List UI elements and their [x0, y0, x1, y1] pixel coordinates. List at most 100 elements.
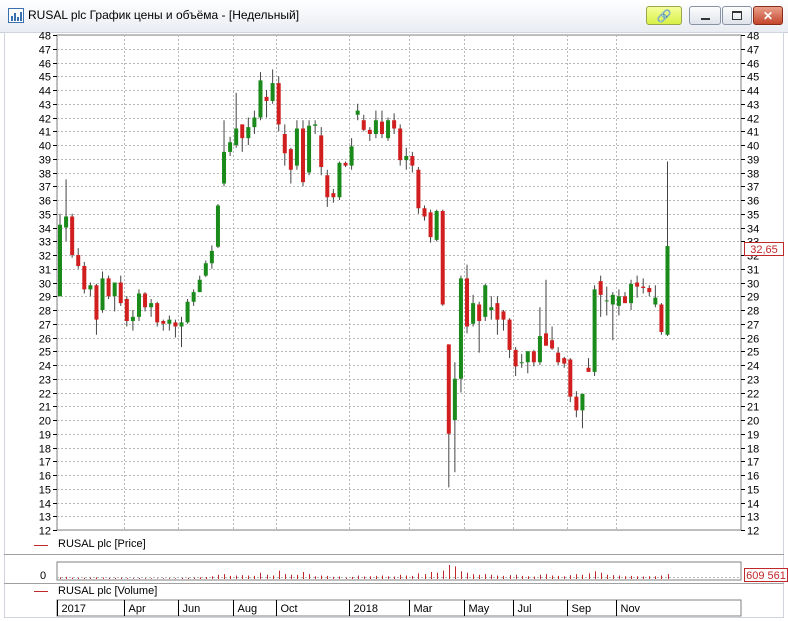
candle-body: [313, 124, 318, 126]
last-volume-marker: 609 561: [744, 568, 788, 582]
y-tick-label-right: 25: [747, 347, 759, 359]
y-tick-label-left: 33: [39, 237, 51, 249]
candle-body: [209, 250, 214, 264]
candle-body: [234, 128, 239, 145]
candle-body: [574, 396, 579, 411]
time-axis-label: Apr: [129, 603, 146, 615]
time-axis-label: Nov: [621, 603, 641, 615]
y-tick-label-left: 34: [39, 224, 51, 236]
candle-body: [392, 120, 397, 129]
time-axis-label: 2018: [354, 603, 378, 615]
y-tick-label-right: 39: [747, 155, 759, 167]
y-tick-label-right: 30: [747, 279, 759, 291]
candle-body: [531, 351, 536, 363]
candle-body: [562, 358, 567, 364]
y-tick-label-right: 34: [747, 224, 759, 236]
y-tick-label-left: 28: [39, 306, 51, 318]
y-tick-label-left: 45: [39, 72, 51, 84]
candle-body: [349, 146, 354, 166]
time-axis-label: Jun: [183, 603, 201, 615]
y-tick-label-right: 37: [747, 182, 759, 194]
y-tick-label-left: 15: [39, 485, 51, 497]
candle-body: [155, 303, 160, 323]
y-tick-label-right: 22: [747, 389, 759, 401]
candle-body: [112, 282, 117, 297]
candle-body: [331, 193, 336, 198]
candle-body: [343, 162, 348, 166]
y-tick-label-left: 20: [39, 416, 51, 428]
y-tick-label-left: 38: [39, 169, 51, 181]
candle-body: [489, 307, 494, 310]
candle-body: [446, 344, 451, 434]
candle-body: [386, 120, 391, 139]
y-tick-label-right: 27: [747, 320, 759, 332]
candle-body: [428, 212, 433, 238]
y-tick-label-right: 43: [747, 100, 759, 112]
last-price-marker: 32,65: [744, 242, 784, 256]
candle-body: [179, 322, 184, 327]
candle-body: [416, 169, 421, 209]
y-tick-label-right: 36: [747, 196, 759, 208]
candle-body: [373, 120, 378, 134]
y-tick-label-left: 37: [39, 182, 51, 194]
y-tick-label-right: 13: [747, 512, 759, 524]
candle-body: [568, 359, 573, 397]
y-tick-label-left: 30: [39, 279, 51, 291]
candle-body: [355, 110, 360, 115]
y-tick-label-right: 41: [747, 127, 759, 139]
candle-body: [325, 175, 330, 198]
candle-body: [294, 128, 299, 166]
candle-body: [191, 292, 196, 302]
y-tick-label-left: 43: [39, 100, 51, 112]
candle-body: [288, 149, 293, 170]
volume-legend: RUSAL plc [Volume]: [58, 585, 158, 597]
candle-body: [398, 128, 403, 161]
y-tick-label-right: 45: [747, 72, 759, 84]
candle-body: [94, 285, 99, 320]
y-tick-label-right: 31: [747, 265, 759, 277]
y-tick-label-right: 14: [747, 499, 759, 511]
candle-body: [477, 304, 482, 321]
y-tick-label-left: 35: [39, 210, 51, 222]
candle-body: [483, 285, 488, 317]
time-axis-label: May: [469, 603, 490, 615]
candle-body: [264, 96, 269, 101]
candle-body: [525, 351, 530, 363]
candle-body: [100, 278, 105, 310]
candle-body: [64, 216, 69, 228]
candle-body: [301, 128, 305, 183]
candle-body: [379, 121, 384, 134]
y-tick-label-right: 12: [747, 526, 759, 538]
candle-body: [337, 162, 342, 198]
candle-body: [495, 303, 500, 320]
candle-body: [422, 208, 427, 217]
y-tick-label-left: 47: [39, 45, 51, 57]
y-tick-label-left: 24: [39, 361, 51, 373]
y-tick-label-right: 21: [747, 402, 759, 414]
y-tick-label-left: 23: [39, 375, 51, 387]
price-legend-line: [34, 545, 48, 546]
y-tick-label-right: 16: [747, 471, 759, 483]
candle-body: [258, 80, 263, 118]
candle-body: [307, 125, 312, 173]
candle-body: [604, 300, 609, 302]
candle-body: [434, 211, 439, 240]
candle-body: [471, 303, 476, 324]
candle-body: [149, 303, 154, 308]
candle-body: [616, 296, 621, 306]
candle-body: [203, 263, 208, 276]
y-tick-label-left: 41: [39, 127, 51, 139]
y-tick-label-left: 13: [39, 512, 51, 524]
y-tick-label-right: 19: [747, 430, 759, 442]
y-tick-label-left: 46: [39, 59, 51, 71]
y-tick-label-right: 18: [747, 444, 759, 456]
candle-body: [550, 340, 555, 349]
y-tick-label-right: 42: [747, 114, 759, 126]
y-tick-label-right: 48: [747, 31, 759, 43]
candle-body: [629, 283, 634, 304]
candle-body: [70, 216, 75, 255]
y-tick-label-left: 27: [39, 320, 51, 332]
candle-body: [513, 349, 518, 367]
time-axis-label: Sep: [572, 603, 592, 615]
candle-body: [635, 282, 640, 287]
